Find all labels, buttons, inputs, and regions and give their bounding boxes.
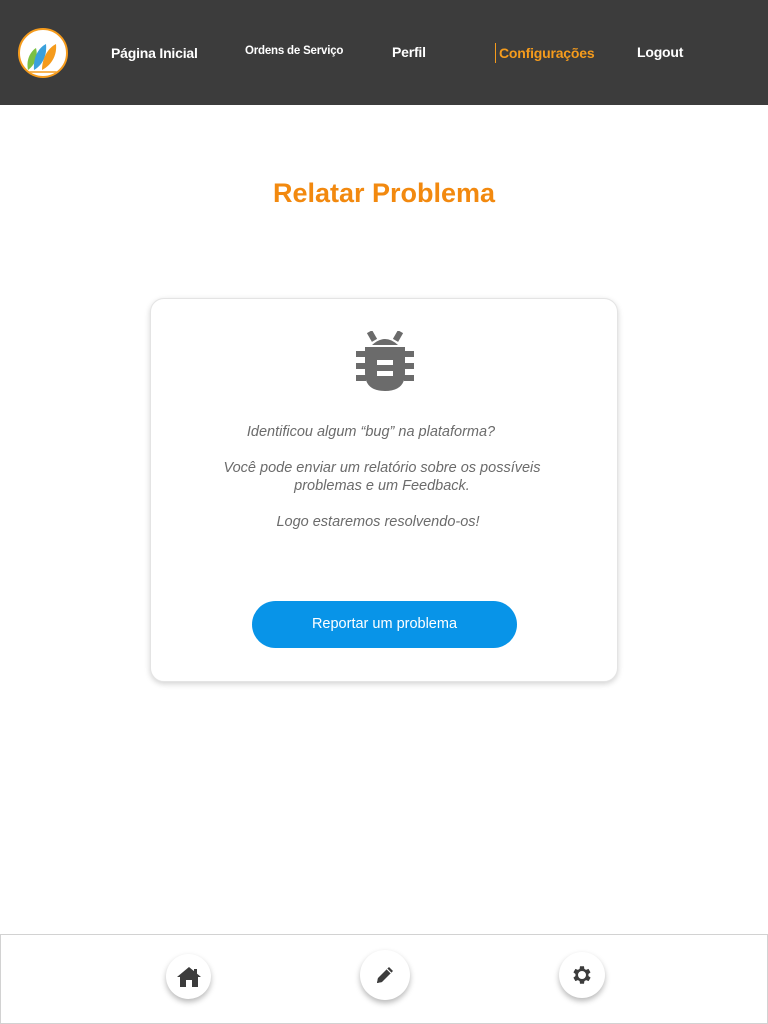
nav-profile[interactable]: Perfil bbox=[392, 44, 426, 60]
nav-home[interactable]: Página Inicial bbox=[111, 45, 198, 61]
card-description: Você pode enviar um relatório sobre os p… bbox=[223, 460, 541, 494]
report-problem-button[interactable]: Reportar um problema bbox=[252, 601, 517, 648]
bottom-edit-button[interactable] bbox=[360, 950, 410, 1000]
bottom-settings-button[interactable] bbox=[559, 952, 605, 998]
top-nav-bar: Página Inicial Ordens de Serviço Perfil … bbox=[0, 0, 768, 105]
nav-service-orders[interactable]: Ordens de Serviço bbox=[245, 45, 343, 57]
home-icon bbox=[176, 966, 201, 987]
card-question: Identificou algum “bug” na plataforma? bbox=[246, 424, 496, 440]
bottom-nav-bar bbox=[0, 934, 768, 1024]
pencil-icon bbox=[377, 967, 393, 983]
card-closing: Logo estaremos resolvendo-os! bbox=[276, 514, 480, 530]
report-problem-card: Identificou algum “bug” na plataforma? V… bbox=[150, 298, 618, 682]
leaves-logo-icon[interactable] bbox=[18, 28, 68, 78]
bug-icon bbox=[356, 331, 414, 391]
nav-logout[interactable]: Logout bbox=[637, 44, 683, 60]
bottom-home-button[interactable] bbox=[166, 954, 211, 999]
nav-settings[interactable]: Configurações bbox=[495, 43, 595, 63]
page-title: Relatar Problema bbox=[272, 178, 496, 208]
gear-icon bbox=[573, 966, 591, 984]
